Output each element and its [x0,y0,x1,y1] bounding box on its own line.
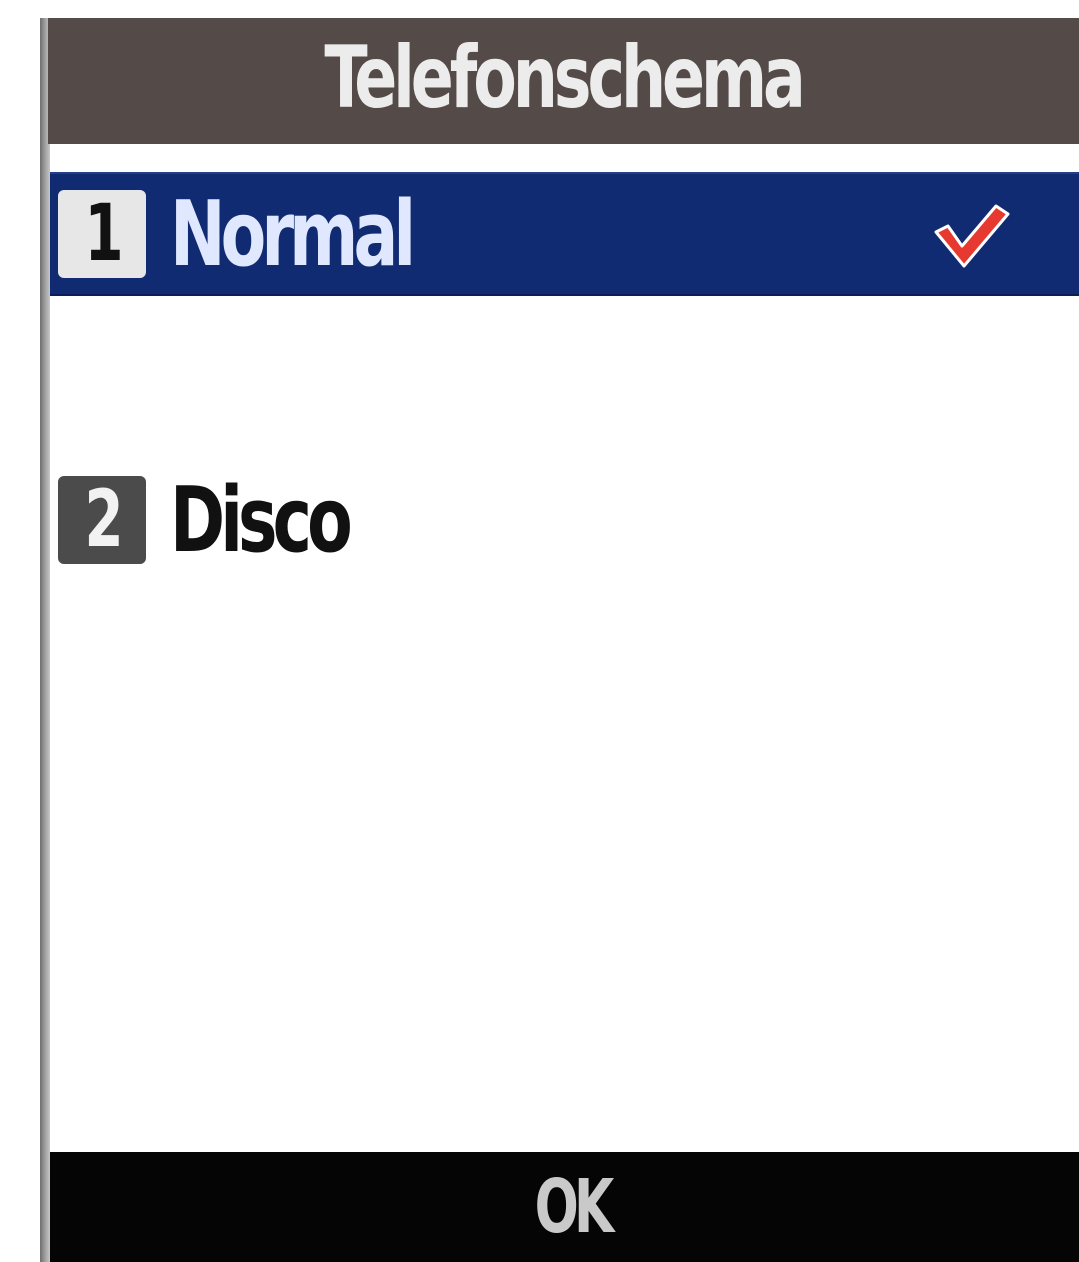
number-badge-text: 1 [84,189,123,279]
checkmark-icon [934,204,1010,268]
number-badge-text: 2 [84,475,123,565]
list-item-normal[interactable]: 1 Normal [50,172,1079,296]
page-title: Telefonschema [324,28,806,128]
ok-softkey[interactable]: OK [535,1164,615,1250]
number-badge: 1 [58,189,146,279]
softkey-bar: OK [50,1152,1079,1262]
number-badge: 2 [58,475,146,565]
list-item-label: Disco [170,467,353,573]
title-bar: Telefonschema [48,18,1079,144]
screen-frame-edge [40,18,50,1262]
list-item-label: Normal [170,181,416,287]
phone-screen: Telefonschema 1 Normal 2 Disco OK [0,0,1079,1262]
list-item-disco[interactable]: 2 Disco [50,456,1079,584]
option-list: 1 Normal 2 Disco [50,144,1079,1152]
